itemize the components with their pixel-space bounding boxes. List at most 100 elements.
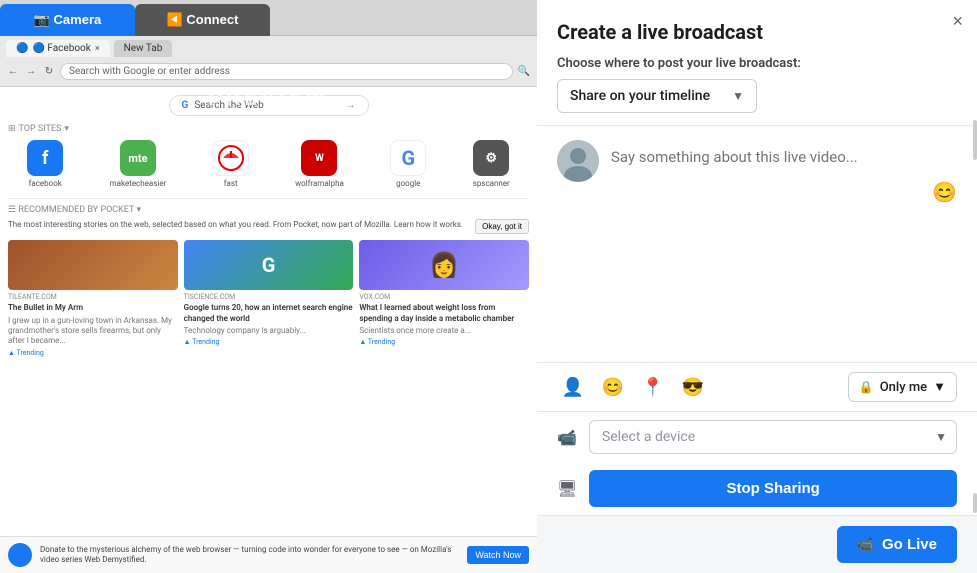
article-title-2: Google turns 20, how an internet search …	[184, 303, 354, 324]
scroll-indicator-top	[973, 120, 977, 160]
article-desc-3: Scientists once more create a...	[359, 326, 529, 336]
article-img-2: G	[184, 240, 354, 290]
nav-back[interactable]: ←	[6, 65, 20, 79]
article-source-3: VOX.COM	[359, 293, 529, 301]
address-bar[interactable]: Search with Google or enter address	[60, 63, 513, 80]
nav-forward[interactable]: →	[24, 65, 38, 79]
watch-now-btn[interactable]: Watch Now	[467, 546, 529, 564]
site-google[interactable]: G google	[390, 140, 426, 188]
article-card-3[interactable]: 👩 VOX.COM What I learned about weight lo…	[359, 240, 529, 357]
tab-label: 🔵 Facebook	[32, 43, 90, 54]
mte-icon: mte	[120, 140, 156, 176]
article-trending-2: ▲ Trending	[184, 338, 354, 346]
notif-icon	[8, 543, 32, 567]
timeline-dropdown[interactable]: Share on your timeline ▼	[557, 79, 757, 113]
article-title-1: The Bullet in My Arm	[8, 303, 178, 313]
recommended-label: ☰ RECOMMENDED BY POCKET ▾	[8, 205, 529, 215]
facebook-icon: f	[27, 140, 63, 176]
device-select-wrapper: Select a device ▼	[589, 420, 957, 454]
article-img-3: 👩	[359, 240, 529, 290]
browser-window: PREVIEW 🔵 🔵 Facebook × New Tab ← → ↻ Sea…	[0, 36, 537, 573]
article-title-3: What I learned about weight loss from sp…	[359, 303, 529, 324]
site-label: spscanner	[473, 179, 510, 188]
privacy-label: Only me	[880, 380, 927, 395]
article-desc-1: I grew up in a gun-loving town in Arkans…	[8, 316, 178, 347]
site-label: maketecheasier	[110, 179, 167, 188]
wolfram-icon: W	[301, 140, 337, 176]
browser-tabs: 🔵 🔵 Facebook × New Tab	[6, 40, 531, 57]
article-trending-1: ▲ Trending	[8, 349, 178, 357]
article-desc-2: Technology company is arguably...	[184, 326, 354, 336]
device-select[interactable]: Select a device	[589, 420, 957, 454]
google-icon: G	[390, 140, 426, 176]
page-title: Create a live broadcast	[557, 20, 957, 44]
top-sites-label: ⊞ TOP SITES ▾	[8, 124, 529, 134]
browser-tab-facebook[interactable]: 🔵 🔵 Facebook ×	[6, 40, 110, 57]
site-spscanner[interactable]: ⚙ spscanner	[473, 140, 510, 188]
screen-share-area: 🖥 Stop Sharing	[537, 462, 977, 515]
recommended-section: ☰ RECOMMENDED BY POCKET ▾ Okay, got it T…	[8, 198, 529, 234]
tab-favicon: 🔵	[16, 43, 28, 54]
article-card-1[interactable]: TILEANTE.COM The Bullet in My Arm I grew…	[8, 240, 178, 357]
stop-sharing-button[interactable]: Stop Sharing	[589, 470, 957, 507]
left-panel: 📷 Camera ◀️ Connect PREVIEW 🔵 🔵 Facebook…	[0, 0, 537, 573]
avatar	[557, 140, 599, 182]
camera-icon: 📹	[557, 428, 577, 447]
timeline-dropdown-text: Share on your timeline	[570, 88, 724, 104]
tab-bar: 📷 Camera ◀️ Connect	[0, 0, 537, 36]
tab-connect[interactable]: ◀️ Connect	[135, 4, 270, 36]
site-fast[interactable]: fast	[213, 140, 249, 188]
activity-button[interactable]: 😎	[677, 371, 709, 403]
site-mte[interactable]: mte maketecheasier	[110, 140, 167, 188]
site-label: google	[396, 179, 420, 188]
browser-content: G Search the Web → ⊞ TOP SITES ▾ f faceb…	[0, 87, 537, 568]
site-facebook[interactable]: f facebook	[27, 140, 63, 188]
browser-chrome: 🔵 🔵 Facebook × New Tab ← → ↻ Search with…	[0, 36, 537, 87]
inner-search-bar[interactable]: G Search the Web →	[169, 95, 369, 116]
screen-share-icon: 🖥	[557, 479, 577, 498]
article-card-2[interactable]: G TISCIENCE.COM Google turns 20, how an …	[184, 240, 354, 357]
action-bar: 👤 😊 📍 😎 🔒 Only me ▼	[537, 362, 977, 411]
browser-tab-newtab[interactable]: New Tab	[114, 40, 173, 57]
scroll-indicator-bottom	[973, 493, 977, 513]
site-wolfram[interactable]: W wolframalpha	[295, 140, 344, 188]
article-img-1	[8, 240, 178, 290]
fast-icon	[213, 140, 249, 176]
nav-refresh[interactable]: ↻	[42, 65, 56, 79]
emoji-picker-button[interactable]: 😊	[597, 371, 629, 403]
privacy-arrow-icon: ▼	[933, 379, 946, 395]
privacy-dropdown[interactable]: 🔒 Only me ▼	[848, 372, 957, 402]
browser-nav: ← → ↻ Search with Google or enter addres…	[6, 61, 531, 82]
google-g: G	[182, 100, 189, 111]
okay-got-it-btn[interactable]: Okay, got it	[475, 219, 529, 234]
search-placeholder: Search the Web	[194, 100, 263, 111]
chevron-down-icon: ▼	[732, 89, 744, 103]
go-live-button[interactable]: 📹 Go Live	[837, 526, 957, 563]
recommended-text: The most interesting stories on the web,…	[8, 219, 529, 230]
close-button[interactable]: ×	[952, 12, 963, 30]
site-label: fast	[224, 179, 238, 188]
tab-camera[interactable]: 📷 Camera	[0, 4, 135, 36]
emoji-button[interactable]: 😊	[932, 180, 957, 204]
browser-notification: Donate to the mysterious alchemy of the …	[0, 536, 537, 573]
description-input[interactable]	[611, 140, 957, 220]
location-button[interactable]: 📍	[637, 371, 669, 403]
tag-people-button[interactable]: 👤	[557, 371, 589, 403]
device-area: 📹 Select a device ▼	[537, 411, 977, 462]
article-source-2: TISCIENCE.COM	[184, 293, 354, 301]
site-label: facebook	[29, 179, 62, 188]
spscanner-icon: ⚙	[473, 140, 509, 176]
tab-buttons: 📷 Camera ◀️ Connect	[0, 0, 270, 35]
notif-text: Donate to the mysterious alchemy of the …	[40, 545, 459, 566]
description-area	[537, 126, 977, 362]
lock-icon: 🔒	[859, 380, 874, 394]
go-live-label: Go Live	[882, 536, 937, 553]
grid-icon: ⊞	[8, 124, 16, 134]
nav-search[interactable]: 🔍	[517, 65, 531, 79]
right-panel: × Create a live broadcast Choose where t…	[537, 0, 977, 573]
tab-close-icon[interactable]: ×	[95, 44, 100, 54]
bottom-bar: 📹 Go Live	[537, 515, 977, 573]
article-grid: TILEANTE.COM The Bullet in My Arm I grew…	[8, 240, 529, 357]
site-label: wolframalpha	[295, 179, 344, 188]
post-target-label: Choose where to post your live broadcast…	[557, 56, 957, 71]
